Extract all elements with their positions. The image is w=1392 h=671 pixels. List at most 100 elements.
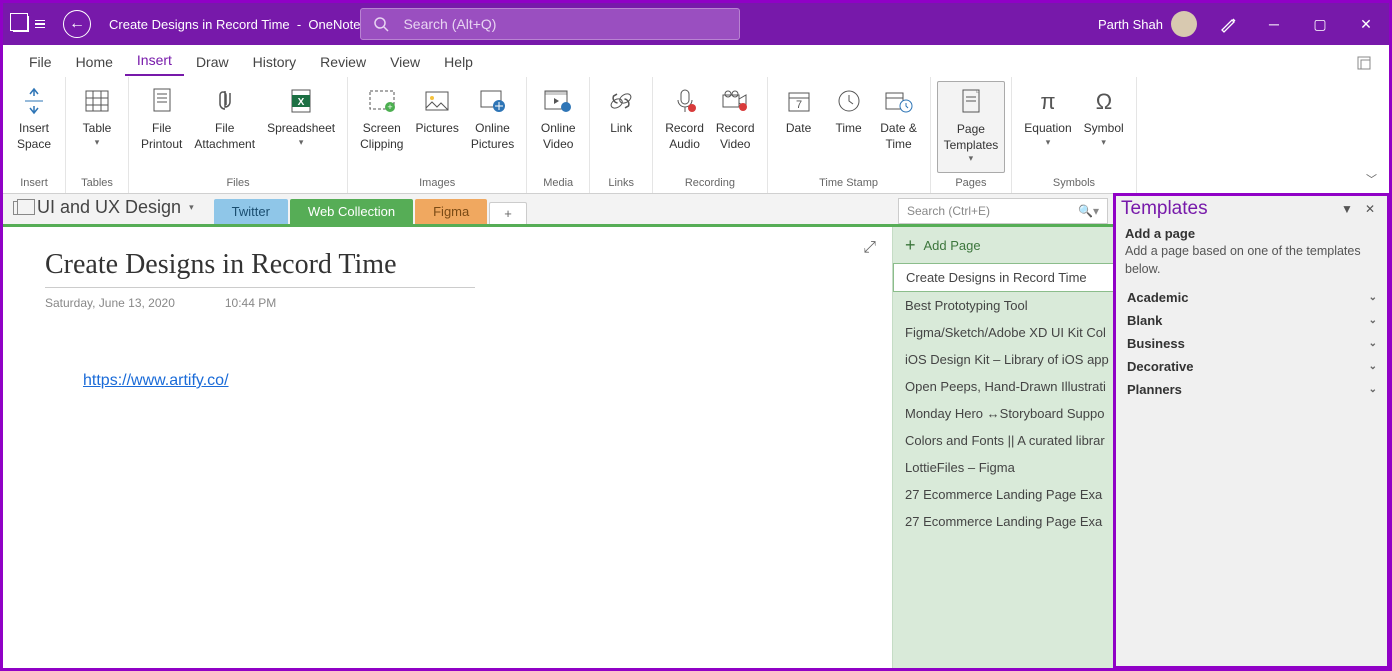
screen-clipping-button[interactable]: +ScreenClipping (354, 81, 409, 173)
maximize-button[interactable]: ▢ (1297, 3, 1343, 45)
page-search[interactable]: Search (Ctrl+E) 🔍▾ (898, 198, 1108, 224)
workspace: UI and UX Design ▾ TwitterWeb Collection… (3, 194, 1389, 668)
title-bar: ← Create Designs in Record Time - OneNot… (3, 3, 1389, 45)
page-link[interactable]: https://www.artify.co/ (83, 372, 850, 390)
link-button[interactable]: Link (596, 81, 646, 173)
symbol-button[interactable]: ΩSymbol▾ (1078, 81, 1130, 173)
chevron-down-icon: ▾ (1101, 137, 1106, 149)
template-category[interactable]: Decorative⌄ (1115, 355, 1389, 378)
add-page-button[interactable]: + Add Page (893, 227, 1114, 263)
global-search[interactable]: Search (Alt+Q) (360, 8, 740, 40)
record-audio-icon (673, 85, 697, 117)
search-icon: 🔍▾ (1078, 204, 1099, 218)
close-button[interactable]: ✕ (1343, 3, 1389, 45)
page-list-item[interactable]: Monday Hero ↔Storyboard Suppo (893, 400, 1114, 427)
template-category[interactable]: Business⌄ (1115, 332, 1389, 355)
page-list-item[interactable]: Colors and Fonts || A curated librar (893, 427, 1114, 454)
collapse-ribbon-icon[interactable]: ﹀ (1354, 165, 1389, 193)
pictures-button[interactable]: Pictures (409, 81, 464, 173)
section-tab[interactable]: Figma (415, 199, 487, 224)
page-title[interactable]: Create Designs in Record Time (45, 249, 850, 281)
spreadsheet-button[interactable]: XSpreadsheet▾ (261, 81, 341, 173)
page-meta: Saturday, June 13, 2020 10:44 PM (45, 296, 850, 310)
menu-bar: FileHomeInsertDrawHistoryReviewViewHelp (3, 45, 1389, 77)
date-time-icon (884, 85, 914, 117)
search-placeholder: Search (Alt+Q) (403, 16, 496, 32)
chevron-down-icon: ⌄ (1369, 361, 1377, 372)
online-video-button[interactable]: OnlineVideo (533, 81, 583, 173)
date-time-button[interactable]: Date &Time (874, 81, 924, 173)
record-video-button[interactable]: RecordVideo (710, 81, 761, 173)
chevron-down-icon: ▾ (95, 137, 100, 149)
page-canvas[interactable]: ⤢ Create Designs in Record Time Saturday… (3, 227, 892, 668)
date-icon: 7 (786, 85, 812, 117)
page-list-item[interactable]: Open Peeps, Hand-Drawn Illustrati (893, 373, 1114, 400)
avatar (1171, 11, 1197, 37)
menu-view[interactable]: View (378, 48, 432, 76)
time-icon (836, 85, 862, 117)
page-date: Saturday, June 13, 2020 (45, 296, 175, 310)
menu-help[interactable]: Help (432, 48, 485, 76)
user-name: Parth Shah (1098, 17, 1163, 32)
online-pictures-button[interactable]: OnlinePictures (465, 81, 520, 173)
templates-title: Templates (1121, 198, 1335, 220)
add-page-label: Add Page (924, 238, 981, 253)
quick-access-icon[interactable] (35, 20, 45, 29)
notebook-name: UI and UX Design (37, 197, 181, 218)
ribbon-group-label: Links (608, 177, 634, 191)
page-time: 10:44 PM (225, 296, 276, 310)
table-button[interactable]: Table▾ (72, 81, 122, 173)
svg-text:Ω: Ω (1095, 89, 1111, 113)
fullscreen-icon[interactable] (1351, 50, 1377, 76)
section-tab[interactable]: Web Collection (290, 199, 413, 224)
page-list-item[interactable]: iOS Design Kit – Library of iOS app (893, 346, 1114, 373)
add-section-button[interactable]: + (489, 202, 527, 224)
file-printout-icon (151, 85, 173, 117)
chevron-down-icon: ⌄ (1369, 292, 1377, 303)
ribbon-group-label: Images (419, 177, 455, 191)
section-tab[interactable]: Twitter (214, 199, 288, 224)
user-account[interactable]: Parth Shah (1098, 11, 1197, 37)
date-button[interactable]: 7Date (774, 81, 824, 173)
notebook-selector[interactable]: UI and UX Design ▾ (3, 191, 204, 224)
file-attachment-icon (215, 85, 235, 117)
menu-review[interactable]: Review (308, 48, 378, 76)
page-templates-button[interactable]: PageTemplates▾ (937, 81, 1006, 173)
page-list-item[interactable]: Create Designs in Record Time (893, 263, 1114, 292)
minimize-button[interactable]: ─ (1251, 3, 1297, 45)
menu-insert[interactable]: Insert (125, 46, 184, 76)
template-category[interactable]: Academic⌄ (1115, 286, 1389, 309)
template-category[interactable]: Blank⌄ (1115, 309, 1389, 332)
chevron-down-icon: ⌄ (1369, 338, 1377, 349)
ribbon-group-label: Time Stamp (819, 177, 878, 191)
page-list-item[interactable]: 27 Ecommerce Landing Page Exa (893, 481, 1114, 508)
page-list-item[interactable]: Best Prototyping Tool (893, 292, 1114, 319)
insert-space-button[interactable]: InsertSpace (9, 81, 59, 173)
menu-file[interactable]: File (17, 48, 64, 76)
ribbon-group-label: Symbols (1053, 177, 1095, 191)
pen-tool-icon[interactable] (1205, 3, 1251, 45)
notebook-icon (13, 201, 29, 215)
back-button[interactable]: ← (63, 10, 91, 38)
equation-button[interactable]: πEquation▾ (1018, 81, 1077, 173)
template-category[interactable]: Planners⌄ (1115, 378, 1389, 401)
menu-history[interactable]: History (241, 48, 309, 76)
menu-draw[interactable]: Draw (184, 48, 241, 76)
pane-options-icon[interactable]: ▼ (1335, 202, 1359, 216)
menu-home[interactable]: Home (64, 48, 125, 76)
page-list-item[interactable]: LottieFiles – Figma (893, 454, 1114, 481)
file-printout-button[interactable]: FilePrintout (135, 81, 188, 173)
file-attachment-button[interactable]: FileAttachment (188, 81, 261, 173)
page-list-item[interactable]: Figma/Sketch/Adobe XD UI Kit Col (893, 319, 1114, 346)
section-tab-bar: UI and UX Design ▾ TwitterWeb Collection… (3, 194, 1114, 227)
insert-space-icon (21, 85, 47, 117)
time-button[interactable]: Time (824, 81, 874, 173)
expand-icon[interactable]: ⤢ (863, 239, 876, 257)
close-pane-button[interactable]: ✕ (1359, 202, 1381, 216)
page-list-item[interactable]: 27 Ecommerce Landing Page Exa (893, 508, 1114, 535)
link-icon (607, 85, 635, 117)
online-pictures-icon (479, 85, 507, 117)
chevron-down-icon: ▾ (299, 137, 304, 149)
svg-text:7: 7 (796, 99, 802, 111)
record-audio-button[interactable]: RecordAudio (659, 81, 710, 173)
